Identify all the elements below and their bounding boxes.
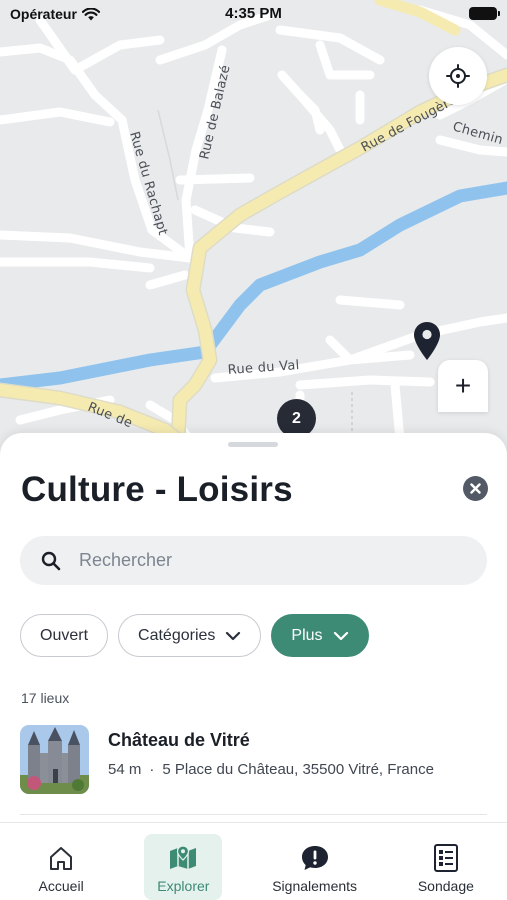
home-icon (46, 843, 76, 873)
tab-label: Explorer (157, 878, 210, 894)
filter-chip-label: Ouvert (40, 626, 89, 644)
result-count: 17 lieux (21, 690, 70, 706)
filter-chip-categories[interactable]: Catégories (118, 614, 262, 657)
filter-chip-label: Plus (291, 626, 323, 644)
place-name: Château de Vitré (108, 730, 250, 750)
cluster-count: 2 (292, 409, 301, 427)
zoom-in-button[interactable]: + (438, 360, 488, 412)
tab-explorer[interactable]: Explorer (144, 834, 223, 900)
search-bar[interactable] (20, 536, 487, 585)
chevron-down-icon (226, 631, 241, 640)
map-icon (168, 843, 198, 873)
filter-chip-open[interactable]: Ouvert (20, 614, 109, 657)
tab-label: Accueil (38, 878, 84, 894)
place-meta: 54 m · 5 Place du Château, 35500 Vitré, … (108, 761, 434, 778)
place-thumbnail (20, 725, 89, 794)
filter-chip-more[interactable]: Plus (271, 614, 369, 657)
battery-icon (469, 7, 500, 20)
tab-sondage[interactable]: Sondage (407, 834, 485, 900)
tab-signalements[interactable]: Signalements (267, 834, 363, 900)
tab-label: Signalements (272, 878, 358, 894)
chevron-down-icon (333, 631, 348, 640)
list-item[interactable]: Château de Vitré 54 m · 5 Place du Châte… (20, 725, 487, 797)
close-icon (470, 483, 481, 494)
close-button[interactable] (463, 476, 488, 501)
plus-icon: + (454, 370, 472, 401)
status-time: 4:35 PM (225, 5, 282, 22)
sheet-grabber-handle[interactable] (228, 442, 278, 447)
tab-label: Sondage (417, 878, 474, 894)
search-icon (40, 550, 62, 572)
filter-chip-label: Catégories (138, 626, 216, 644)
place-address: 5 Place du Château, 35500 Vitré, France (162, 761, 434, 778)
sheet-title: Culture - Loisirs (21, 470, 293, 509)
alert-bubble-icon (300, 843, 330, 873)
status-bar: Opérateur 4:35 PM (0, 0, 507, 30)
poll-icon (431, 843, 461, 873)
crosshair-icon (446, 64, 470, 88)
filter-chips: Ouvert Catégories Plus (20, 614, 369, 657)
meta-separator: · (149, 761, 155, 778)
locate-me-button[interactable] (429, 47, 487, 105)
place-distance: 54 m (108, 761, 142, 778)
search-input[interactable] (79, 550, 459, 571)
tab-accueil[interactable]: Accueil (22, 834, 100, 900)
list-divider (20, 814, 487, 815)
tab-bar: Accueil Explorer Signalements Sondage (0, 822, 507, 900)
